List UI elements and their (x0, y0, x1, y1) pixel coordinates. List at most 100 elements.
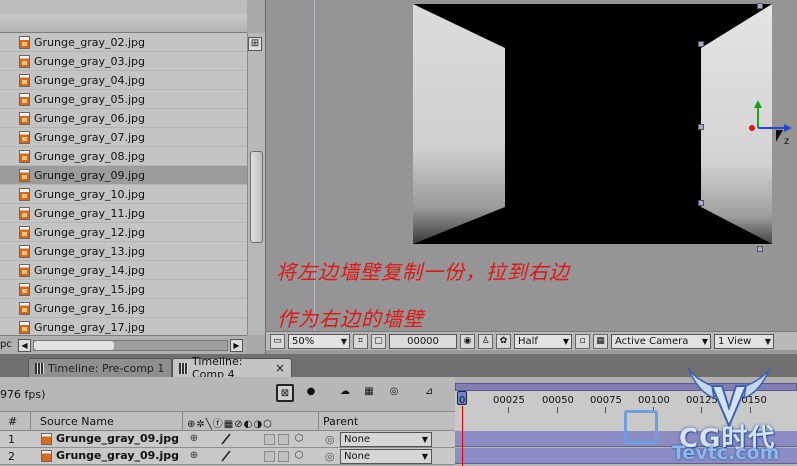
scrollbar-thumb[interactable] (250, 151, 263, 243)
project-vertical-scrollbar[interactable] (247, 33, 265, 335)
layer-handle[interactable] (698, 41, 704, 47)
project-column-header[interactable] (0, 14, 247, 33)
jpg-file-icon (41, 450, 52, 462)
bpc-label[interactable]: pc (0, 339, 12, 350)
jpg-file-icon (19, 111, 30, 125)
layer-duration-bar[interactable] (455, 448, 797, 464)
project-file-item[interactable]: Grunge_gray_02.jpg (0, 33, 247, 52)
layer-handle[interactable] (757, 3, 763, 9)
layer-source-name[interactable]: Grunge_gray_09.jpg (56, 432, 179, 445)
chevron-down-icon: ▼ (421, 452, 428, 461)
resolution-select[interactable]: Half ▼ (514, 333, 572, 349)
layer-row[interactable]: 2 Grunge_gray_09.jpg ⊕ ⬡ ◎ None ▼ (0, 448, 455, 465)
project-file-item[interactable]: Grunge_gray_14.jpg (0, 261, 247, 280)
shy-layers-icon[interactable]: ☁ (336, 384, 354, 402)
left-wall (413, 4, 505, 244)
work-area-bar[interactable] (455, 383, 797, 391)
column-number[interactable]: # (8, 415, 17, 428)
flowchart-icon[interactable]: ⊞ (248, 37, 262, 51)
layer-handle[interactable] (698, 124, 704, 130)
layer-switches-icons[interactable]: ⊕✲╲ⓕ▦⊘◐◑⬡ (187, 415, 273, 430)
live-update-icon[interactable]: ⊠ (276, 384, 294, 402)
layer-row[interactable]: 1 Grunge_gray_09.jpg ⊕ ⬡ ◎ None ▼ (0, 431, 455, 448)
graph-editor-icon[interactable]: ⊿ (420, 384, 438, 402)
mask-shape-path-icon[interactable]: ▢ (371, 333, 386, 349)
column-parent[interactable]: Parent (323, 415, 358, 428)
rgb-channels-icon[interactable]: ✿ (496, 333, 511, 349)
zoom-select[interactable]: 50% ▼ (288, 333, 350, 349)
layer-duration-bar[interactable] (455, 431, 797, 447)
motion-blur-switch[interactable] (278, 434, 289, 445)
effect-switch[interactable] (264, 434, 275, 445)
current-time-field[interactable]: 00000 (389, 333, 457, 349)
timeline-tab-icon (35, 362, 44, 374)
tab-timeline-comp-4[interactable]: Timeline: Comp 4 × (172, 355, 292, 381)
show-snapshot-icon[interactable]: ♙ (478, 333, 493, 349)
column-source-name[interactable]: Source Name (40, 415, 114, 428)
project-file-item[interactable]: Grunge_gray_13.jpg (0, 242, 247, 261)
project-file-item[interactable]: Grunge_gray_06.jpg (0, 109, 247, 128)
snapshot-camera-icon[interactable]: ◉ (460, 333, 475, 349)
zoom-value: 50% (292, 335, 315, 347)
annotation-line-2: 作为右边的墙壁 (277, 307, 424, 331)
scrollbar-thumb[interactable] (34, 341, 114, 350)
project-file-item[interactable]: Grunge_gray_10.jpg (0, 185, 247, 204)
timeline-panel: 976 fps) ⊠ ● ☁ ▦ ◎ ⊿ # Source Name ⊕✲╲ⓕ▦… (0, 377, 797, 466)
close-icon[interactable]: × (275, 361, 285, 375)
camera-view-select[interactable]: Active Camera ▼ (611, 333, 711, 349)
project-horizontal-scrollbar[interactable]: pc ◀ ▶ (0, 335, 247, 354)
layer-handle[interactable] (757, 246, 763, 252)
draft-3d-icon[interactable]: ● (302, 384, 320, 402)
3d-layer-cube-icon[interactable]: ⬡ (293, 433, 305, 445)
tick-label: 00050 (542, 395, 574, 406)
layer-source-name[interactable]: Grunge_gray_09.jpg (56, 449, 179, 462)
project-file-item[interactable]: Grunge_gray_05.jpg (0, 90, 247, 109)
transparency-grid-icon[interactable]: ▦ (593, 333, 608, 349)
project-file-item[interactable]: Grunge_gray_15.jpg (0, 280, 247, 299)
column-divider (182, 412, 183, 431)
mouse-cursor-icon (776, 130, 783, 142)
always-preview-icon[interactable]: ▭ (270, 333, 285, 349)
project-file-item[interactable]: Grunge_gray_04.jpg (0, 71, 247, 90)
parent-select[interactable]: None ▼ (340, 432, 432, 447)
pick-whip-icon[interactable]: ◎ (325, 450, 335, 463)
composition-frame[interactable] (413, 4, 772, 244)
3d-layer-cube-icon[interactable]: ⬡ (293, 450, 305, 462)
tick-mark (508, 407, 509, 413)
jpg-file-icon (19, 130, 30, 144)
parent-select[interactable]: None ▼ (340, 449, 432, 464)
layer-number: 2 (8, 450, 15, 463)
file-name: Grunge_gray_07.jpg (34, 130, 146, 144)
scroll-left-arrow-icon[interactable]: ◀ (18, 339, 31, 352)
project-file-item[interactable]: Grunge_gray_08.jpg (0, 147, 247, 166)
project-file-item[interactable]: Grunge_gray_11.jpg (0, 204, 247, 223)
layer-handle[interactable] (698, 200, 704, 206)
title-action-safe-icon[interactable]: ⌗ (353, 333, 368, 349)
pick-whip-icon[interactable]: ◎ (325, 433, 335, 446)
shy-switch-icon[interactable]: ⊕ (188, 433, 200, 445)
project-file-item[interactable]: Grunge_gray_17.jpg (0, 318, 247, 335)
project-file-item[interactable]: Grunge_gray_12.jpg (0, 223, 247, 242)
project-file-item[interactable]: Grunge_gray_03.jpg (0, 52, 247, 71)
effect-switch[interactable] (264, 451, 275, 462)
current-time-value: 00000 (407, 335, 439, 347)
quality-switch-icon[interactable] (220, 450, 232, 462)
timeline-tab-strip: Timeline: Pre-comp 1 Timeline: Comp 4 × (0, 354, 797, 381)
shy-switch-icon[interactable]: ⊕ (188, 450, 200, 462)
view-layout-select[interactable]: 1 View ▼ (714, 333, 774, 349)
scroll-right-arrow-icon[interactable]: ▶ (230, 339, 243, 352)
jpg-file-icon (19, 225, 30, 239)
region-of-interest-icon[interactable]: ▫ (575, 333, 590, 349)
frame-blending-icon[interactable]: ▦ (360, 384, 378, 402)
quality-switch-icon[interactable] (220, 433, 232, 445)
motion-blur-icon[interactable]: ◎ (385, 384, 403, 402)
motion-blur-switch[interactable] (278, 451, 289, 462)
tab-timeline-pre-comp-1[interactable]: Timeline: Pre-comp 1 (28, 358, 172, 377)
project-file-item[interactable]: Grunge_gray_09.jpg (0, 166, 247, 185)
project-file-item[interactable]: Grunge_gray_16.jpg (0, 299, 247, 318)
time-ruler[interactable]: 0 00025 00050 00075 00100 00125 00150 (455, 377, 797, 431)
project-file-list: Grunge_gray_02.jpg Grunge_gray_03.jpg Grun… (0, 33, 247, 335)
project-file-item[interactable]: Grunge_gray_07.jpg (0, 128, 247, 147)
layer-number: 1 (8, 433, 15, 446)
file-name: Grunge_gray_04.jpg (34, 73, 146, 87)
